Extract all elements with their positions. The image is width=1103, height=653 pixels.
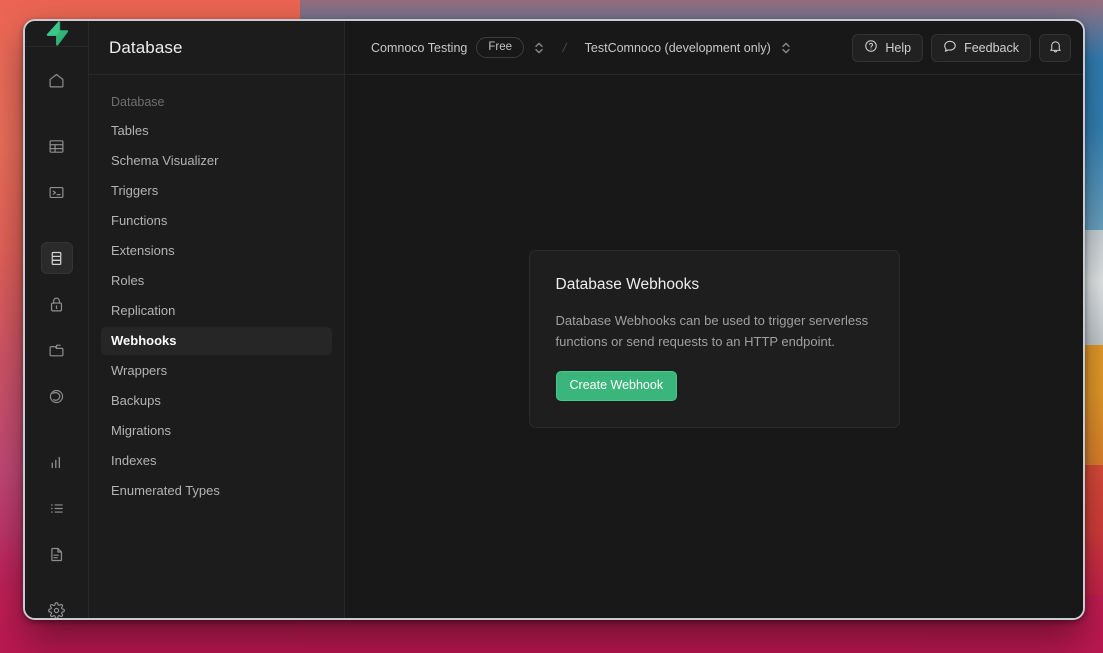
- sidebar-item-webhooks[interactable]: Webhooks: [101, 327, 332, 355]
- chat-bubble-icon: [943, 39, 957, 56]
- sidebar-item-enumerated-types[interactable]: Enumerated Types: [101, 477, 332, 505]
- sidebar-item-tables[interactable]: Tables: [101, 117, 332, 145]
- help-button-label: Help: [885, 41, 911, 55]
- rail-group-editors: [25, 113, 88, 225]
- sql-editor-icon[interactable]: [41, 176, 73, 208]
- desktop-background: Database Database Tables Schema Visualiz…: [0, 0, 1103, 653]
- top-bar: Comnoco Testing Free / TestComnoco (deve…: [345, 21, 1083, 75]
- topbar-actions: Help Feedback: [852, 34, 1071, 62]
- sidebar-item-indexes[interactable]: Indexes: [101, 447, 332, 475]
- logs-list-icon[interactable]: [41, 492, 73, 524]
- plan-badge[interactable]: Free: [476, 37, 524, 58]
- database-webhooks-empty-state-card: Database Webhooks Database Webhooks can …: [529, 250, 900, 428]
- sidebar-item-roles[interactable]: Roles: [101, 267, 332, 295]
- notifications-button[interactable]: [1039, 34, 1071, 62]
- sidebar-item-migrations[interactable]: Migrations: [101, 417, 332, 445]
- breadcrumb-project[interactable]: TestComnoco (development only): [585, 41, 771, 55]
- sidebar-nav: Database Tables Schema Visualizer Trigge…: [89, 75, 344, 507]
- sidebar-item-functions[interactable]: Functions: [101, 207, 332, 235]
- feedback-button[interactable]: Feedback: [931, 34, 1031, 62]
- sidebar-item-triggers[interactable]: Triggers: [101, 177, 332, 205]
- organization-selector-chevron-icon[interactable]: [533, 41, 545, 55]
- app-window: Database Database Tables Schema Visualiz…: [23, 19, 1085, 620]
- rail-group-bottom: [25, 587, 88, 620]
- page-title: Database: [109, 38, 183, 58]
- primary-icon-rail: [25, 21, 89, 618]
- sidebar-item-backups[interactable]: Backups: [101, 387, 332, 415]
- sidebar-header: Database: [89, 21, 344, 75]
- supabase-logo[interactable]: [25, 21, 88, 47]
- project-selector-chevron-icon[interactable]: [780, 41, 792, 55]
- table-editor-icon[interactable]: [41, 130, 73, 162]
- breadcrumb-separator: /: [561, 40, 568, 55]
- nav-section-label: Database: [101, 95, 332, 117]
- content-area: Database Webhooks Database Webhooks can …: [345, 75, 1083, 618]
- breadcrumb: Comnoco Testing Free / TestComnoco (deve…: [371, 37, 792, 58]
- authentication-lock-icon[interactable]: [41, 288, 73, 320]
- sidebar-item-schema-visualizer[interactable]: Schema Visualizer: [101, 147, 332, 175]
- main-area: Comnoco Testing Free / TestComnoco (deve…: [345, 21, 1083, 618]
- reports-chart-icon[interactable]: [41, 446, 73, 478]
- rail-group-top: [25, 47, 88, 113]
- secondary-sidebar: Database Database Tables Schema Visualiz…: [89, 21, 345, 618]
- help-button[interactable]: Help: [852, 34, 923, 62]
- home-icon[interactable]: [41, 64, 73, 96]
- breadcrumb-organization[interactable]: Comnoco Testing: [371, 41, 467, 55]
- card-description: Database Webhooks can be used to trigger…: [556, 310, 873, 352]
- storage-folder-icon[interactable]: [41, 334, 73, 366]
- database-icon[interactable]: [41, 242, 73, 274]
- feedback-button-label: Feedback: [964, 41, 1019, 55]
- sidebar-item-extensions[interactable]: Extensions: [101, 237, 332, 265]
- rail-group-services: [25, 225, 88, 429]
- help-circle-icon: [864, 39, 878, 56]
- rail-group-observability: [25, 429, 88, 587]
- notifications-bell-icon: [1048, 39, 1063, 57]
- edge-functions-icon[interactable]: [41, 380, 73, 412]
- card-title: Database Webhooks: [556, 276, 873, 294]
- sidebar-item-replication[interactable]: Replication: [101, 297, 332, 325]
- create-webhook-button[interactable]: Create Webhook: [556, 371, 678, 401]
- settings-gear-icon[interactable]: [41, 594, 73, 620]
- sidebar-item-wrappers[interactable]: Wrappers: [101, 357, 332, 385]
- api-docs-icon[interactable]: [41, 538, 73, 570]
